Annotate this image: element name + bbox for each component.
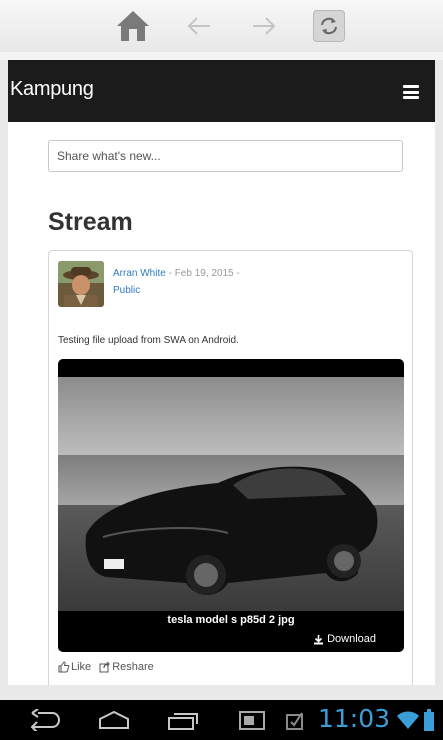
browser-toolbar <box>0 0 443 54</box>
back-button[interactable] <box>180 8 218 44</box>
meta-separator: - <box>233 268 240 279</box>
system-back-button[interactable] <box>28 708 62 736</box>
reshare-label: Reshare <box>112 661 154 673</box>
refresh-button[interactable] <box>310 8 348 44</box>
download-icon <box>314 634 324 644</box>
avatar[interactable] <box>58 261 104 307</box>
system-recents-button[interactable] <box>166 709 200 736</box>
toolbar-divider <box>0 52 443 60</box>
reshare-button[interactable]: Reshare <box>99 661 154 673</box>
share-input[interactable] <box>48 140 403 172</box>
download-label: Download <box>327 633 376 645</box>
attachment-caption: tesla model s p85d 2 jpg <box>167 614 295 626</box>
thumbs-up-icon <box>58 661 70 673</box>
page-title: Stream <box>48 208 133 236</box>
author-link[interactable]: Arran White <box>113 268 166 279</box>
back-icon <box>30 708 61 733</box>
clipboard-notification-icon[interactable] <box>284 709 306 736</box>
battery-icon <box>424 709 434 731</box>
home-button[interactable] <box>114 8 152 44</box>
post-card: Arran White - Feb 19, 2015 - Public Test… <box>48 250 413 685</box>
like-label: Like <box>71 661 92 673</box>
system-nav-bar: 11:03 <box>0 700 443 740</box>
wifi-icon <box>397 711 419 729</box>
download-button[interactable]: Download <box>313 633 376 645</box>
meta-separator: - <box>165 268 175 279</box>
home-icon <box>117 11 149 41</box>
avatar-image <box>58 261 104 307</box>
home-outline-icon <box>99 710 129 729</box>
arrow-left-icon <box>187 17 210 35</box>
reshare-icon <box>99 661 111 673</box>
arrow-right-icon <box>253 17 276 35</box>
system-home-button[interactable] <box>97 709 131 736</box>
recents-icon <box>168 713 198 730</box>
attachment-preview[interactable]: tesla model s p85d 2 jpg Download <box>58 359 404 652</box>
post-meta: Arran White - Feb 19, 2015 - Public <box>113 265 240 299</box>
image-icon <box>239 711 265 730</box>
menu-icon[interactable] <box>403 85 419 99</box>
post-text: Testing file upload from SWA on Android. <box>58 335 239 346</box>
post-date[interactable]: Feb 19, 2015 <box>175 268 234 279</box>
brand-title[interactable]: Kampung <box>10 78 94 101</box>
main-content: Stream Arran White - Feb 19, 2015 - Publ… <box>8 122 435 685</box>
screenshot-notification-icon[interactable] <box>238 709 266 736</box>
attachment-image <box>58 377 404 611</box>
wifi-status <box>397 710 419 735</box>
visibility-link[interactable]: Public <box>113 285 140 296</box>
battery-status <box>424 709 434 736</box>
like-button[interactable]: Like <box>58 661 91 673</box>
app-header: Kampung <box>8 60 435 122</box>
forward-button[interactable] <box>245 8 283 44</box>
status-clock: 11:03 <box>318 704 391 733</box>
refresh-icon <box>321 17 337 35</box>
clipboard-icon <box>286 712 303 730</box>
post-actions: Like Reshare <box>58 661 154 673</box>
